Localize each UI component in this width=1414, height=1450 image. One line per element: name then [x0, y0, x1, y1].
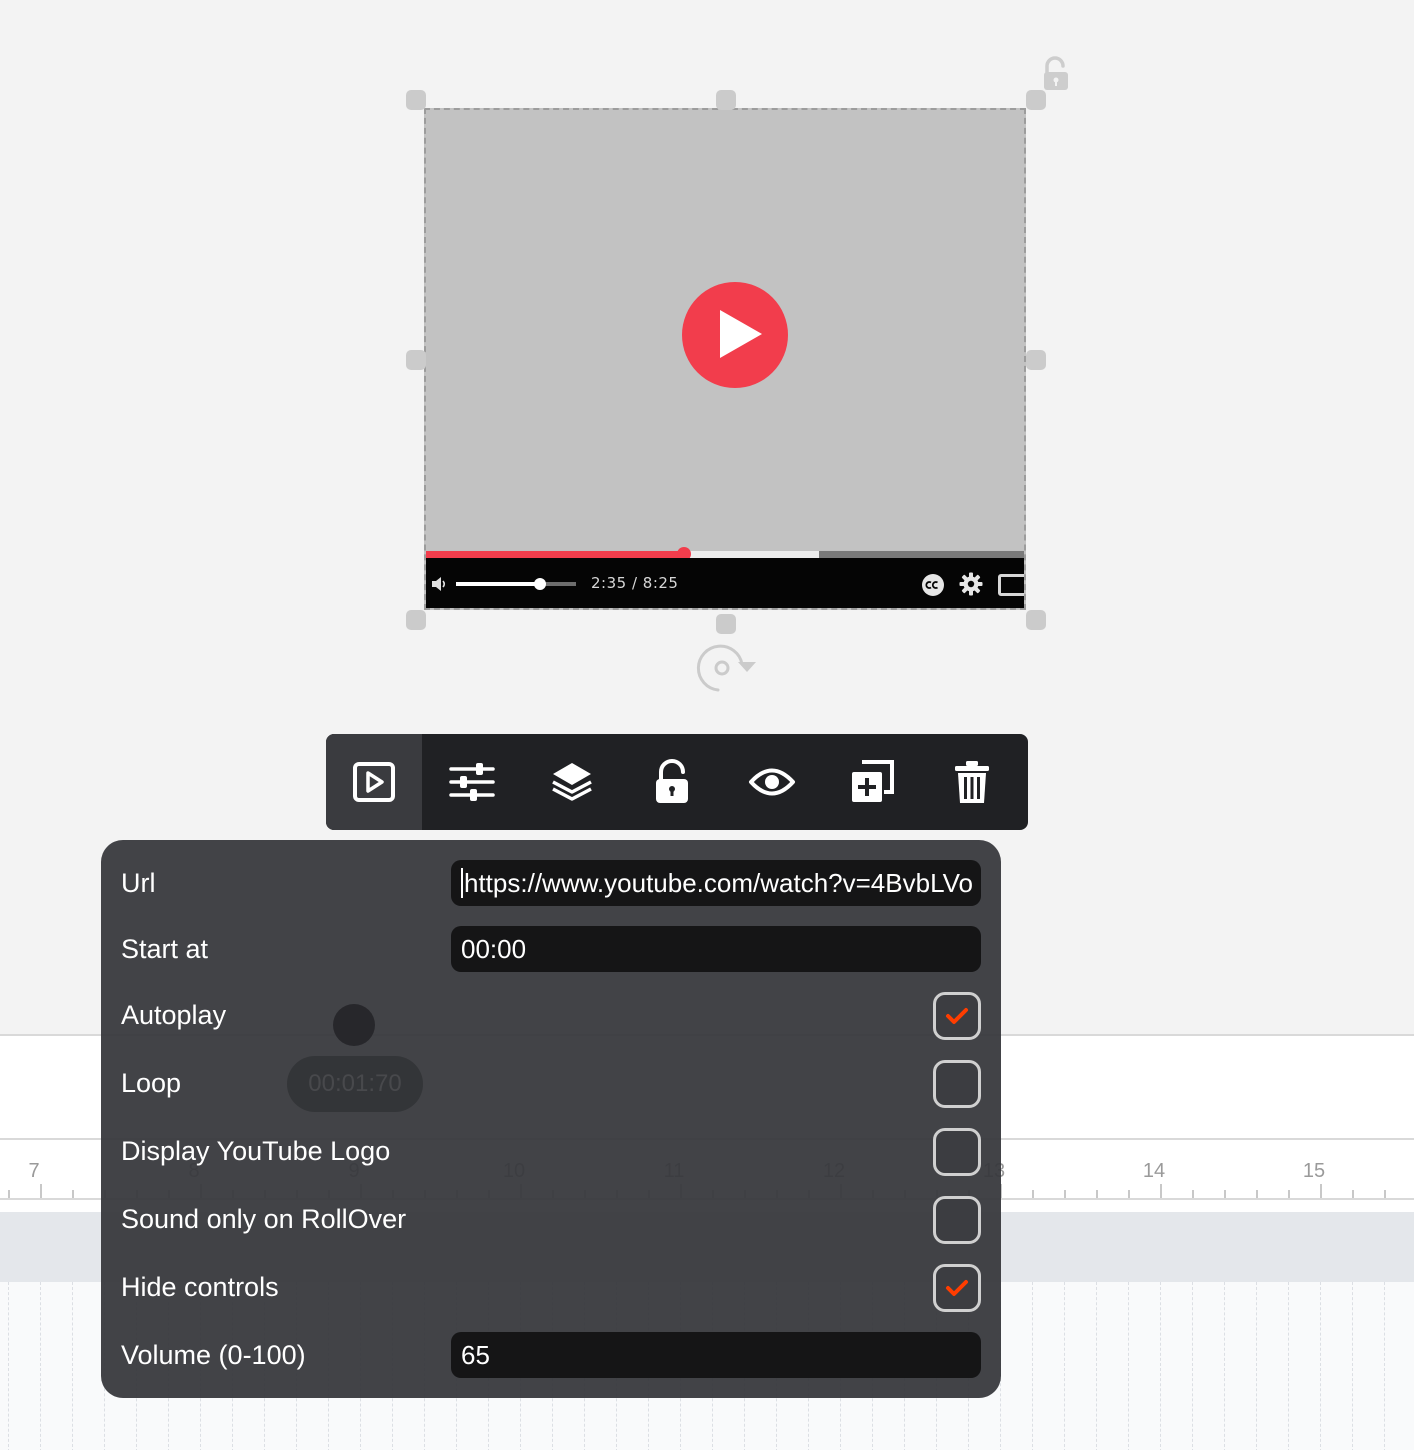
grid-line	[8, 1282, 9, 1450]
grid-line	[1096, 1282, 1097, 1450]
volume-knob[interactable]	[534, 578, 546, 590]
grid-line	[40, 1282, 41, 1450]
progress-played	[426, 551, 684, 558]
ruler-tick	[1160, 1184, 1162, 1198]
grid-line	[1160, 1282, 1161, 1450]
element-toolbar	[326, 734, 1028, 830]
rotate-handle-icon[interactable]	[694, 640, 756, 696]
video-properties-panel: 00:01:70 Url https://www.youtube.com/wat…	[101, 840, 1001, 1398]
volume-icon[interactable]	[430, 574, 450, 594]
volume-label: Volume (0-100)	[121, 1340, 306, 1370]
url-label: Url	[121, 868, 156, 898]
grid-line	[1192, 1282, 1193, 1450]
ruler-tick	[1288, 1190, 1290, 1198]
grid-line	[72, 1282, 73, 1450]
ruler-tick	[1320, 1184, 1322, 1198]
url-input[interactable]: https://www.youtube.com/watch?v=4BvbLVo	[451, 860, 981, 906]
delete-button[interactable]	[922, 734, 1022, 830]
ruler-tick	[1224, 1190, 1226, 1198]
volume-input[interactable]: 65	[451, 1332, 981, 1378]
fullscreen-icon[interactable]	[998, 574, 1024, 596]
ruler-tick	[1032, 1190, 1034, 1198]
timeline-marker-time: 00:01:70	[287, 1056, 423, 1112]
play-square-icon	[353, 762, 395, 802]
resize-handle-left[interactable]	[406, 350, 426, 370]
autoplay-label: Autoplay	[121, 1000, 227, 1030]
closed-captions-icon[interactable]	[920, 572, 946, 598]
eye-icon	[749, 768, 795, 796]
display-logo-label: Display YouTube Logo	[121, 1136, 391, 1166]
start-at-label: Start at	[121, 934, 209, 964]
layers-icon	[552, 763, 592, 801]
resize-handle-bottom-left[interactable]	[406, 610, 426, 630]
loop-checkbox[interactable]	[933, 1060, 981, 1108]
grid-line	[1320, 1282, 1321, 1450]
display-logo-checkbox[interactable]	[933, 1128, 981, 1176]
duplicate-icon	[852, 760, 894, 802]
ruler-tick	[40, 1184, 42, 1198]
sliders-icon	[449, 763, 495, 801]
grid-line	[1352, 1282, 1353, 1450]
video-progress-bar[interactable]	[426, 547, 1024, 561]
unlock-icon	[656, 759, 688, 803]
checkmark-icon	[946, 1280, 968, 1296]
checkmark-icon	[946, 1008, 968, 1024]
resize-handle-bottom-right[interactable]	[1026, 610, 1046, 630]
duplicate-button[interactable]	[822, 734, 922, 830]
resize-handle-top[interactable]	[716, 90, 736, 110]
ruler-tick	[1352, 1190, 1354, 1198]
video-time-display: 2:35 / 8:25	[591, 574, 679, 592]
ruler-tick	[1256, 1190, 1258, 1198]
ruler-tick	[1384, 1190, 1386, 1198]
grid-line	[1064, 1282, 1065, 1450]
grid-line	[1288, 1282, 1289, 1450]
resize-handle-bottom[interactable]	[716, 614, 736, 634]
unlock-icon[interactable]	[1040, 56, 1072, 94]
ruler-number: 14	[1142, 1160, 1166, 1182]
play-icon	[720, 310, 762, 358]
ruler-tick	[1128, 1190, 1130, 1198]
visibility-button[interactable]	[722, 734, 822, 830]
lock-button[interactable]	[622, 734, 722, 830]
ruler-number: 15	[1302, 1160, 1326, 1182]
ruler-tick	[1192, 1190, 1194, 1198]
ruler-tick	[1064, 1190, 1066, 1198]
gear-icon[interactable]	[958, 571, 984, 597]
resize-handle-top-left[interactable]	[406, 90, 426, 110]
adjustments-button[interactable]	[422, 734, 522, 830]
grid-line	[1256, 1282, 1257, 1450]
ruler-tick	[72, 1190, 74, 1198]
sound-rollover-label: Sound only on RollOver	[121, 1204, 407, 1234]
url-value: https://www.youtube.com/watch?v=4BvbLVo	[464, 868, 973, 898]
autoplay-checkbox[interactable]	[933, 992, 981, 1040]
video-controls-bar: 2:35 / 8:25	[426, 558, 1024, 608]
play-button[interactable]	[682, 282, 788, 388]
start-at-input[interactable]: 00:00	[451, 926, 981, 972]
ruler-tick	[8, 1190, 10, 1198]
text-caret	[461, 868, 463, 899]
ruler-number: 7	[28, 1160, 40, 1182]
trash-icon	[955, 761, 989, 803]
sound-rollover-checkbox[interactable]	[933, 1196, 981, 1244]
video-settings-button[interactable]	[326, 734, 422, 830]
hide-controls-label: Hide controls	[121, 1272, 279, 1302]
grid-line	[1128, 1282, 1129, 1450]
hide-controls-checkbox[interactable]	[933, 1264, 981, 1312]
grid-line	[1384, 1282, 1385, 1450]
timeline-marker-knob	[333, 1004, 375, 1046]
ruler-tick	[1096, 1190, 1098, 1198]
volume-slider[interactable]	[456, 578, 576, 590]
layers-button[interactable]	[522, 734, 622, 830]
loop-label: Loop	[121, 1068, 182, 1098]
volume-fill	[456, 582, 540, 586]
resize-handle-right[interactable]	[1026, 350, 1046, 370]
grid-line	[1224, 1282, 1225, 1450]
youtube-video-element[interactable]: 2:35 / 8:25	[424, 108, 1026, 610]
grid-line	[1032, 1282, 1033, 1450]
